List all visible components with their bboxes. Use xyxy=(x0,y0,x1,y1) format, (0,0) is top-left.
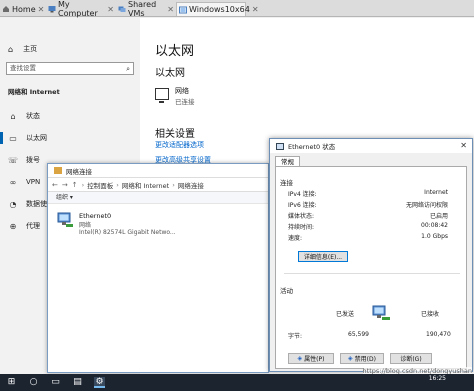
sidebar-item-dialup[interactable]: ☏ 拨号 xyxy=(8,154,40,166)
row-duration: 持续时间: 00:08:42 xyxy=(288,222,448,231)
ethernet-status-dialog: Ethernet0 状态 ✕ 常规 连接 IPv4 连接: Internet I… xyxy=(269,138,473,372)
row-ipv6: IPv6 连接: 无网络访问权限 xyxy=(288,202,448,209)
bytes-label: 字节: xyxy=(288,333,303,340)
close-icon[interactable]: ✕ xyxy=(252,5,259,14)
shield-icon: ◈ xyxy=(297,355,303,362)
close-icon[interactable]: ✕ xyxy=(38,5,45,14)
search-icon[interactable]: ○ xyxy=(28,377,39,388)
taskbar: ⊞ ○ ▭ ▤ ⚙ 16:25 xyxy=(0,374,474,391)
row-ipv4: IPv4 连接: Internet xyxy=(288,189,448,198)
monitor-icon xyxy=(155,88,169,103)
task-view-icon[interactable]: ▭ xyxy=(50,377,61,388)
bytes-sent: 65,599 xyxy=(348,331,369,338)
link-adapter-options[interactable]: 更改适配器选项 xyxy=(155,140,204,150)
home-icon xyxy=(2,5,10,13)
phone-icon: ☏ xyxy=(8,155,19,165)
address-bar[interactable]: ← → ↑ › 控制面板 › 网络和 Internet › 网络连接 xyxy=(48,178,268,192)
bytes-received: 190,470 xyxy=(426,331,451,338)
network-status: 已连接 xyxy=(175,98,195,106)
start-icon[interactable]: ⊞ xyxy=(6,377,17,388)
folder-icon xyxy=(54,167,62,174)
globe-icon: ⊕ xyxy=(9,221,17,231)
forward-arrow-icon[interactable]: → xyxy=(62,181,68,189)
chevron-icon: › xyxy=(172,180,175,189)
settings-app-icon[interactable]: ⚙ xyxy=(94,377,105,388)
close-icon[interactable]: ✕ xyxy=(107,5,114,14)
network-name: 网络 xyxy=(175,87,189,95)
settings-search-input[interactable]: 查找设置 ⌕ xyxy=(6,62,134,75)
sidebar-item-status[interactable]: ⌂ 状态 xyxy=(8,110,40,122)
close-icon[interactable]: ✕ xyxy=(460,141,467,150)
network-item[interactable]: 网络 已连接 xyxy=(155,86,195,106)
file-explorer-icon[interactable]: ▤ xyxy=(72,377,83,388)
dialog-titlebar: Ethernet0 状态 xyxy=(270,139,472,153)
vm-tab-my-computer[interactable]: My Computer ✕ xyxy=(46,0,114,18)
connection-group-label: 连接 xyxy=(280,179,293,187)
sidebar-item-ethernet[interactable]: ▭ 以太网 xyxy=(0,132,47,144)
vm-icon xyxy=(179,6,187,14)
activity-group-label: 活动 xyxy=(280,287,293,295)
row-media-state: 媒体状态: 已启用 xyxy=(288,213,448,220)
activity-monitor-icon xyxy=(371,304,391,322)
network-connections-window: 网络连接 ← → ↑ › 控制面板 › 网络和 Internet › 网络连接 … xyxy=(47,163,269,373)
sidebar-item-vpn[interactable]: ∞ VPN xyxy=(8,176,41,188)
network-adapter-icon xyxy=(56,212,74,228)
clock[interactable]: 16:25 xyxy=(429,375,446,382)
received-label: 已接收 xyxy=(421,311,440,318)
ethernet-icon: ▭ xyxy=(9,133,17,143)
vm-tab-home[interactable]: Home ✕ xyxy=(0,2,44,16)
dialog-body: 连接 IPv4 连接: Internet IPv6 连接: 无网络访问权限 媒体… xyxy=(275,166,467,369)
breadcrumb-network-internet[interactable]: 网络和 Internet xyxy=(122,180,169,190)
breadcrumb-network-connections[interactable]: 网络连接 xyxy=(178,180,204,190)
up-arrow-icon[interactable]: ↑ xyxy=(72,181,78,189)
organize-menu[interactable]: 组织 ▾ xyxy=(48,192,268,204)
related-settings-title: 相关设置 xyxy=(155,129,195,140)
vm-tab-strip: Home ✕ My Computer ✕ Shared VMs ✕ Window… xyxy=(0,0,474,18)
diagnose-button[interactable]: 诊断(G) xyxy=(390,353,432,364)
search-icon: ⌕ xyxy=(126,65,130,73)
chevron-icon: › xyxy=(116,180,119,189)
shared-vms-icon xyxy=(118,5,126,13)
disable-button[interactable]: ◈ 禁用(D) xyxy=(340,353,384,364)
sent-label: 已发送 xyxy=(336,311,355,318)
divider xyxy=(284,273,460,274)
shield-icon: ◈ xyxy=(348,355,353,362)
breadcrumb-control-panel[interactable]: 控制面板 xyxy=(87,180,113,190)
explorer-titlebar: 网络连接 xyxy=(48,164,268,178)
sidebar-item-proxy[interactable]: ⊕ 代理 xyxy=(8,220,40,232)
page-title: 以太网 xyxy=(155,44,195,59)
adapter-ethernet0[interactable]: Ethernet0 网络 Intel(R) 82574L Gigabit Net… xyxy=(56,212,176,236)
computer-icon xyxy=(48,5,56,13)
home-icon: ⌂ xyxy=(8,44,14,54)
row-speed: 速度: 1.0 Gbps xyxy=(288,233,448,242)
network-icon xyxy=(276,142,284,150)
section-title: 网络和 Internet xyxy=(8,88,60,96)
close-icon[interactable]: ✕ xyxy=(167,5,174,14)
vm-tab-windows10x64[interactable]: Windows10x64 ✕ xyxy=(176,2,259,16)
data-usage-icon: ◔ xyxy=(9,199,17,209)
chevron-icon: › xyxy=(81,180,85,189)
screen: Home ✕ My Computer ✕ Shared VMs ✕ Window… xyxy=(0,0,474,391)
vpn-icon: ∞ xyxy=(9,177,17,187)
vm-tab-shared-vms[interactable]: Shared VMs ✕ xyxy=(116,0,174,18)
details-button[interactable]: 详细信息(E)... xyxy=(298,251,348,262)
back-arrow-icon[interactable]: ← xyxy=(52,181,58,189)
page-subtitle: 以太网 xyxy=(155,68,185,79)
status-icon: ⌂ xyxy=(10,111,16,121)
properties-button[interactable]: ◈ 属性(P) xyxy=(288,353,334,364)
nav-home[interactable]: ⌂ 主页 xyxy=(8,44,37,54)
